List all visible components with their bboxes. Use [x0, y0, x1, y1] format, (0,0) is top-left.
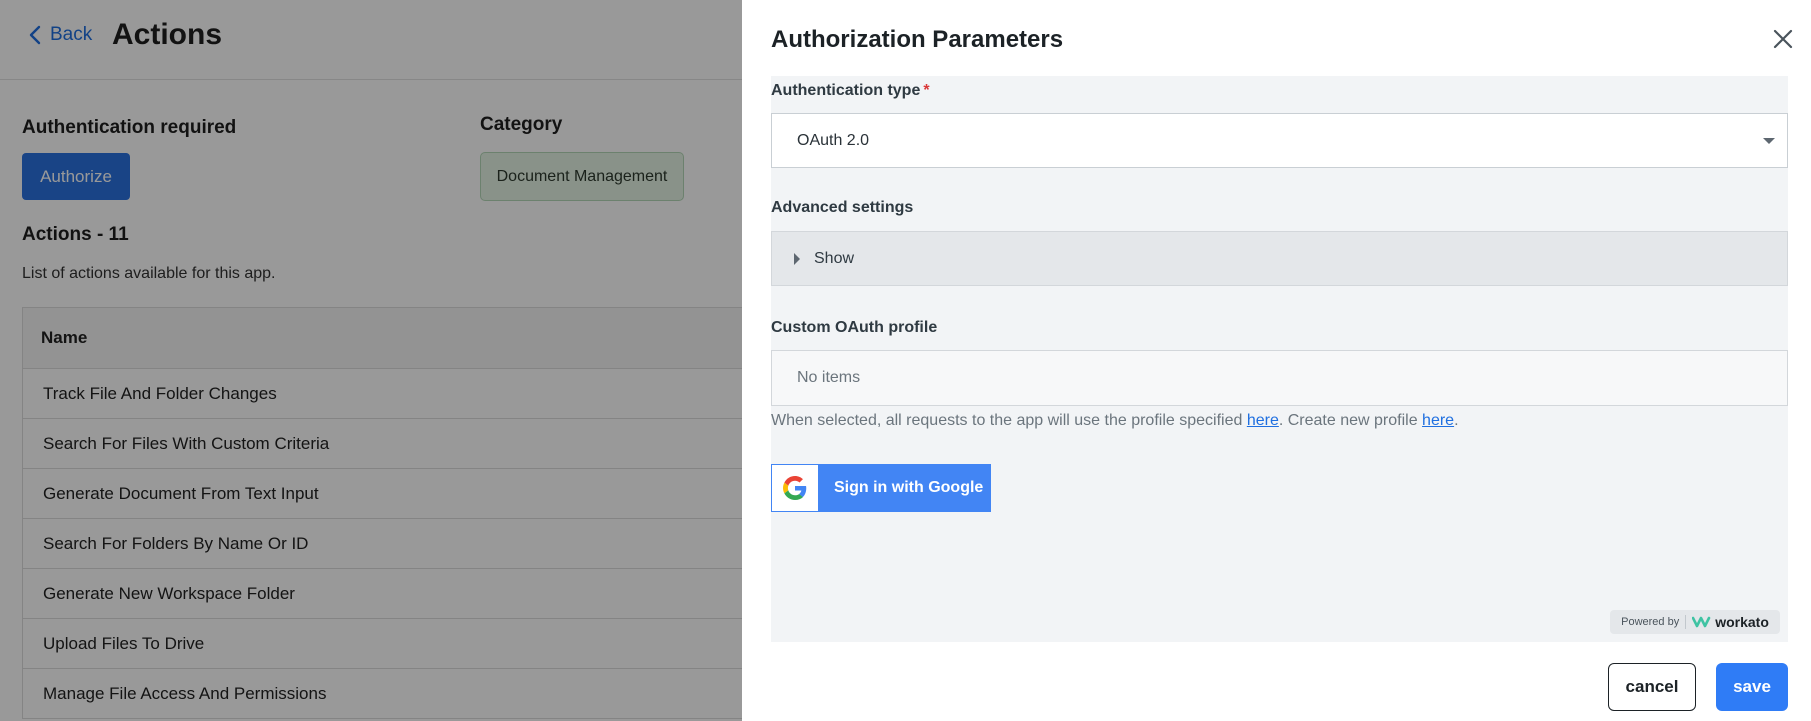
hint-text-3: .: [1454, 412, 1459, 429]
oauth-profile-select[interactable]: No items: [771, 350, 1788, 406]
powered-by-text: Powered by: [1621, 616, 1680, 628]
authorization-drawer: Authorization Parameters Authentication …: [742, 0, 1811, 721]
auth-type-value: OAuth 2.0: [797, 131, 870, 149]
advanced-settings-label: Advanced settings: [771, 199, 914, 216]
hint-text-1: When selected, all requests to the app w…: [771, 412, 1247, 429]
cancel-button[interactable]: cancel: [1608, 663, 1696, 711]
caret-right-icon: [794, 252, 800, 265]
create-profile-link[interactable]: here: [1422, 412, 1454, 429]
close-icon[interactable]: [1770, 26, 1796, 52]
powered-by-badge: Powered by workato: [1610, 610, 1780, 634]
drawer-title: Authorization Parameters: [771, 26, 1064, 53]
auth-type-label-text: Authentication type: [771, 82, 921, 99]
oauth-profile-label: Custom OAuth profile: [771, 319, 938, 336]
advanced-settings-toggle[interactable]: Show: [771, 231, 1788, 286]
caret-down-icon: [1763, 138, 1775, 144]
show-label: Show: [814, 249, 855, 267]
background-page: Back Actions Authentication required Aut…: [0, 0, 742, 721]
oauth-profile-hint: When selected, all requests to the app w…: [771, 412, 1459, 430]
powered-by-divider: [1685, 615, 1687, 629]
required-mark: *: [923, 82, 930, 99]
google-g-icon: [772, 465, 818, 511]
google-sign-in-button[interactable]: Sign in with Google: [771, 464, 991, 512]
auth-type-label: Authentication type *: [771, 82, 930, 100]
oauth-profile-placeholder: No items: [797, 369, 861, 386]
google-sign-in-label: Sign in with Google: [834, 479, 984, 496]
hint-text-2: . Create new profile: [1278, 412, 1423, 429]
drawer-body: Authentication type * OAuth 2.0 Advanced …: [771, 76, 1788, 642]
workato-logo: workato: [1692, 614, 1769, 630]
modal-overlay[interactable]: [0, 0, 742, 721]
brand-name: workato: [1715, 614, 1769, 630]
save-button[interactable]: save: [1716, 663, 1788, 711]
auth-type-select[interactable]: OAuth 2.0: [771, 113, 1788, 168]
workato-logo-icon: [1692, 616, 1711, 628]
profile-link[interactable]: here: [1247, 412, 1279, 429]
